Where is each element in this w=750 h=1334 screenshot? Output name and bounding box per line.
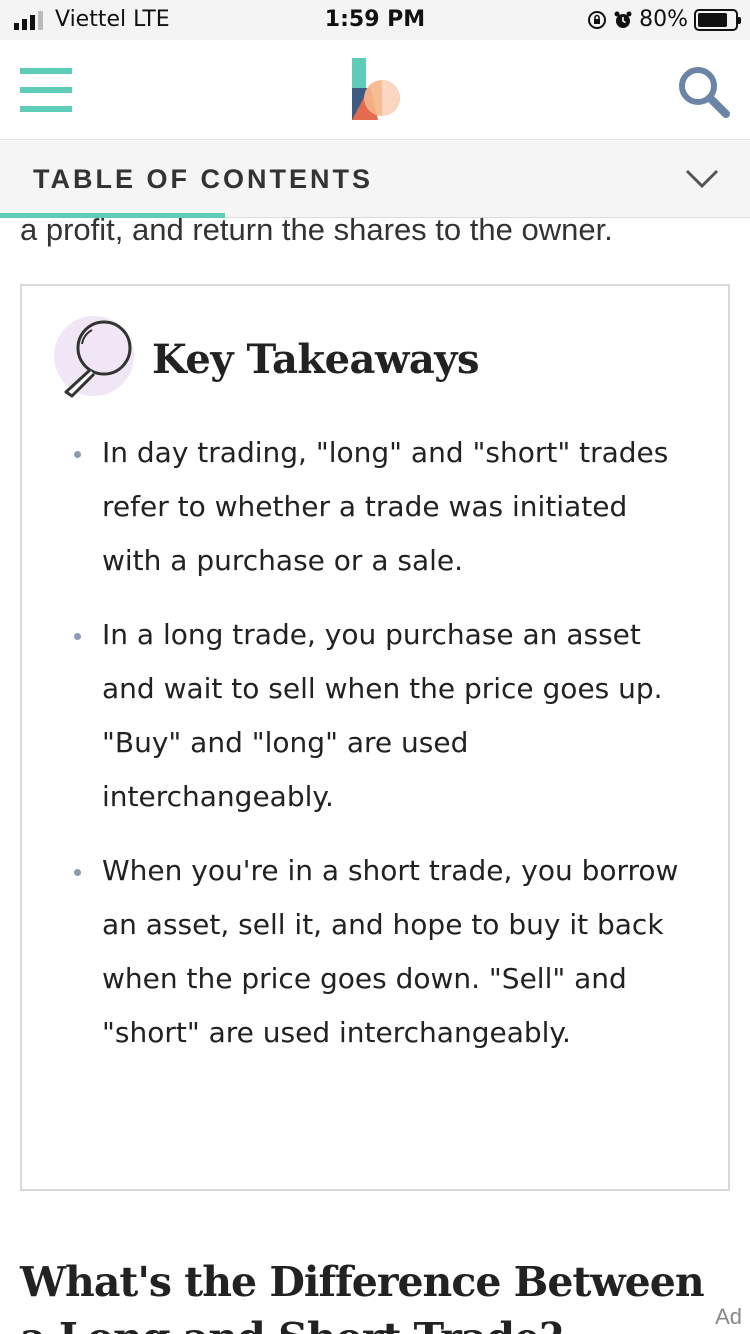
- battery-fill: [698, 12, 727, 27]
- ad-label: Ad: [715, 1304, 742, 1329]
- rotation-lock-icon: [588, 10, 607, 29]
- list-item: When you're in a short trade, you borrow…: [74, 844, 692, 1060]
- status-right-group: 80%: [587, 7, 741, 32]
- brand-logo-icon[interactable]: [348, 56, 404, 124]
- status-bar: Viettel LTE 1:59 PM 80%: [0, 0, 750, 40]
- article-content: a profit, and return the shares to the o…: [0, 218, 750, 1334]
- alarm-icon: [614, 11, 632, 28]
- search-icon[interactable]: [676, 64, 732, 120]
- key-takeaways-box: Key Takeaways In day trading, "long" and…: [20, 284, 730, 1191]
- battery-icon: [694, 8, 741, 31]
- chevron-down-icon[interactable]: [684, 167, 720, 191]
- site-header: [0, 40, 750, 140]
- key-takeaways-title: Key Takeaways: [152, 336, 480, 383]
- magnifying-glass-icon: [54, 316, 134, 398]
- table-of-contents-bar[interactable]: TABLE OF CONTENTS: [0, 140, 750, 218]
- key-takeaways-list: In day trading, "long" and "short" trade…: [74, 426, 692, 1080]
- list-item: In day trading, "long" and "short" trade…: [74, 426, 692, 588]
- hamburger-menu-icon[interactable]: [20, 68, 72, 112]
- list-item: In a long trade, you purchase an asset a…: [74, 608, 692, 824]
- section-heading: What's the Difference Between a Long and…: [20, 1258, 705, 1334]
- table-of-contents-label: TABLE OF CONTENTS: [33, 164, 373, 194]
- battery-percent: 80%: [639, 7, 688, 32]
- article-paragraph: a profit, and return the shares to the o…: [20, 218, 613, 247]
